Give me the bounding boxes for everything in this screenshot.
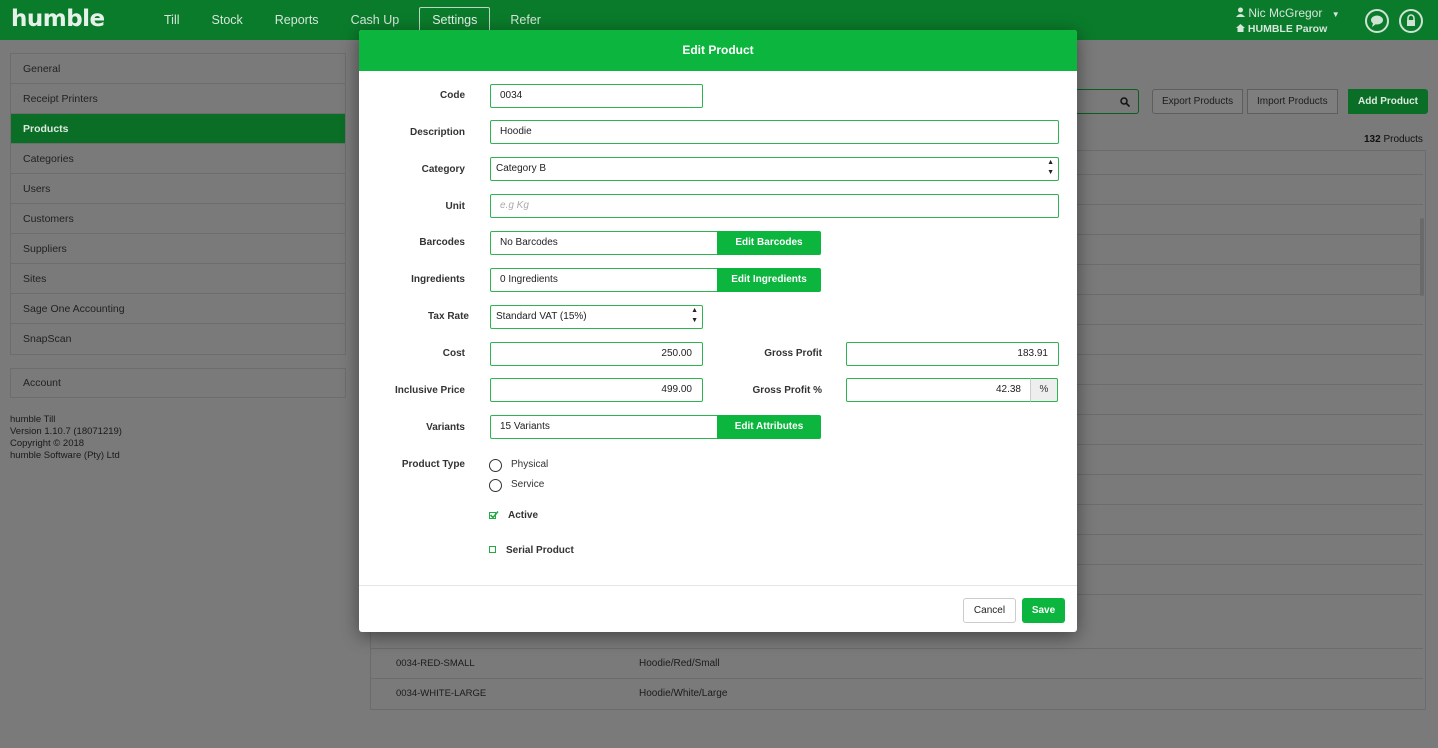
code-input[interactable]: 0034	[490, 84, 703, 108]
sidebar-item-categories[interactable]: Categories	[11, 144, 345, 174]
percent-addon: %	[1030, 378, 1058, 402]
sidebar-item-customers[interactable]: Customers	[11, 204, 345, 234]
tax-rate-select[interactable]: Standard VAT (15%) ▲ ▼	[490, 305, 703, 329]
cost-input[interactable]: 250.00	[490, 342, 703, 366]
gross-profit-input[interactable]: 183.91	[846, 342, 1059, 366]
import-products-button[interactable]: Import Products	[1247, 89, 1338, 114]
variants-label: Variants	[426, 422, 465, 433]
inclusive-price-label: Inclusive Price	[394, 385, 465, 396]
user-site: HUMBLE Parow	[1247, 23, 1328, 35]
product-count: 132 Products	[1364, 134, 1423, 145]
cost-label: Cost	[442, 348, 465, 359]
active-label: Active	[508, 510, 539, 521]
user-icon	[1236, 6, 1248, 20]
product-count-number: 132	[1364, 134, 1381, 145]
app-version: Version 1.10.7 (18071219)	[10, 426, 122, 437]
sidebar-item-general[interactable]: General	[11, 54, 345, 84]
serial-product-checkbox[interactable]	[489, 546, 496, 553]
sidebar-item-suppliers[interactable]: Suppliers	[11, 234, 345, 264]
sidebar-item-sites[interactable]: Sites	[11, 264, 345, 294]
description-input[interactable]: Hoodie	[490, 120, 1059, 144]
ingredients-field: 0 Ingredients	[490, 268, 719, 292]
about-info: humble Till Version 1.10.7 (18071219) Co…	[10, 414, 122, 462]
humble-logo[interactable]: humble	[11, 6, 105, 32]
app-copyright: Copyright © 2018	[10, 438, 85, 449]
physical-radio[interactable]	[489, 459, 502, 472]
row-description: Hoodie/White/Large	[639, 688, 728, 699]
cancel-button[interactable]: Cancel	[963, 598, 1016, 623]
category-label: Category	[421, 164, 465, 175]
edit-product-modal: Edit Product Code 0034 Description Hoodi…	[359, 30, 1077, 632]
barcodes-field: No Barcodes	[490, 231, 719, 255]
row-code: 0034-RED-SMALL	[396, 658, 475, 669]
table-row[interactable]: 0034-RED-SMALL Hoodie/Red/Small	[371, 648, 1423, 678]
table-row[interactable]: 0034-WHITE-LARGE Hoodie/White/Large	[371, 678, 1423, 708]
select-arrows-icon: ▲ ▼	[1047, 159, 1054, 176]
gross-profit-label: Gross Profit	[764, 348, 822, 359]
app-company: humble Software (Pty) Ltd	[10, 450, 120, 461]
sidebar-item-products[interactable]: Products	[11, 114, 345, 144]
category-select[interactable]: Category B ▲ ▼	[490, 157, 1059, 181]
save-button[interactable]: Save	[1022, 598, 1065, 623]
unit-label: Unit	[445, 201, 465, 212]
nav-reports[interactable]: Reports	[259, 0, 335, 40]
product-count-label: Products	[1383, 134, 1423, 145]
table-scrollbar[interactable]	[1420, 218, 1424, 296]
service-radio[interactable]	[489, 479, 502, 492]
product-search-input[interactable]	[1070, 89, 1139, 114]
modal-title: Edit Product	[359, 30, 1077, 71]
edit-ingredients-button[interactable]: Edit Ingredients	[717, 268, 821, 292]
unit-input[interactable]: e.g Kg	[490, 194, 1059, 218]
active-checkbox[interactable]	[489, 510, 499, 519]
home-icon	[1236, 23, 1248, 35]
edit-barcodes-button[interactable]: Edit Barcodes	[717, 231, 821, 255]
sidebar-item-receipt-printers[interactable]: Receipt Printers	[11, 84, 345, 114]
inclusive-price-input[interactable]: 499.00	[490, 378, 703, 402]
add-product-button[interactable]: Add Product	[1348, 89, 1428, 114]
variants-field: 15 Variants	[490, 415, 719, 439]
sidebar-item-snapscan[interactable]: SnapScan	[11, 324, 345, 354]
product-type-label: Product Type	[401, 459, 465, 470]
gross-profit-pct-input[interactable]: 42.38	[846, 378, 1032, 402]
caret-down-icon: ▼	[1331, 10, 1340, 19]
row-description: Hoodie/Red/Small	[639, 658, 720, 669]
category-value: Category B	[496, 163, 547, 174]
gross-profit-pct-label: Gross Profit %	[752, 385, 822, 396]
user-menu[interactable]: Nic McGregor ▼ HUMBLE Parow	[1236, 6, 1340, 36]
search-icon	[1120, 97, 1130, 107]
nav-till[interactable]: Till	[148, 0, 196, 40]
tax-rate-label: Tax Rate	[428, 311, 469, 322]
app-name: humble Till	[10, 414, 56, 425]
physical-radio-label: Physical	[511, 459, 549, 470]
tax-rate-value: Standard VAT (15%)	[496, 311, 587, 322]
edit-attributes-button[interactable]: Edit Attributes	[717, 415, 821, 439]
account-panel: Account	[10, 368, 346, 398]
user-name: Nic McGregor	[1248, 6, 1323, 20]
modal-footer: Cancel Save	[359, 585, 1077, 632]
service-radio-label: Service	[511, 479, 545, 490]
sidebar-item-sage-one[interactable]: Sage One Accounting	[11, 294, 345, 324]
lock-icon[interactable]	[1399, 9, 1423, 33]
row-code: 0034-WHITE-LARGE	[396, 688, 487, 699]
nav-stock[interactable]: Stock	[196, 0, 259, 40]
select-arrows-icon: ▲ ▼	[691, 307, 698, 324]
settings-sidebar: General Receipt Printers Products Catego…	[10, 53, 346, 355]
sidebar-item-account[interactable]: Account	[11, 369, 345, 397]
sidebar-item-users[interactable]: Users	[11, 174, 345, 204]
chat-icon[interactable]	[1365, 9, 1389, 33]
ingredients-label: Ingredients	[411, 274, 465, 285]
check-icon	[489, 510, 499, 519]
serial-product-label: Serial Product	[506, 545, 574, 556]
code-label: Code	[440, 90, 465, 101]
barcodes-label: Barcodes	[419, 237, 465, 248]
description-label: Description	[409, 127, 465, 138]
export-products-button[interactable]: Export Products	[1152, 89, 1244, 114]
